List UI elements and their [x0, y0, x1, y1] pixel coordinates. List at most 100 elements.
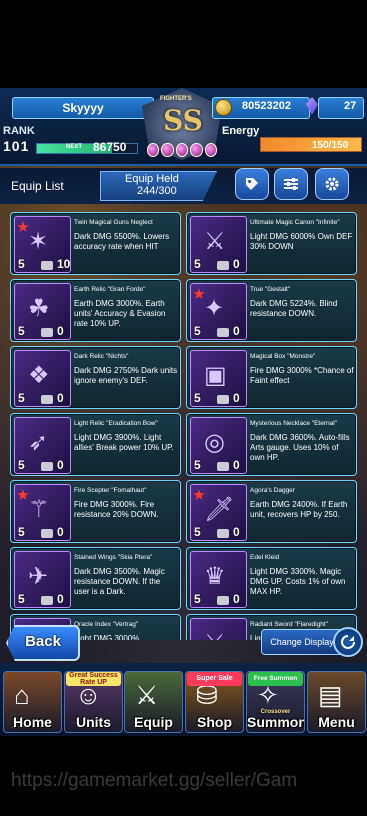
rarity-value: 5	[18, 324, 25, 338]
nav-equip[interactable]: ⚔ Equip	[124, 671, 183, 733]
limit-break-icon	[217, 462, 229, 471]
nav-shop[interactable]: ⛁ Super Sale Shop	[185, 671, 244, 733]
equip-name: Fire Scepter "Fomalhaut"	[74, 487, 147, 494]
earth-relic-icon: ☘	[28, 295, 50, 322]
gold-value: 80523202	[242, 100, 291, 112]
equip-card[interactable]: ⚔ 5 0 Ultimate Magic Canon "Infinite" Light …	[186, 212, 357, 275]
nav-summon[interactable]: ✧ Free Summon Crossover Summon	[246, 671, 305, 733]
settings-button[interactable]	[315, 168, 349, 200]
orb-icon	[175, 143, 189, 157]
equip-name: Light Relic "Eradication Bow"	[74, 420, 158, 427]
coin-icon	[215, 99, 232, 116]
equip-description: Dark DMG 3600%. Auto-fills Arts gauge. U…	[250, 433, 350, 462]
equip-description: Light DMG 6000% Own DEF 30% DOWN	[250, 232, 353, 251]
back-button[interactable]: Back	[6, 625, 80, 661]
equip-icon: ⚔	[135, 680, 159, 710]
equip-card[interactable]: ✦ 5 0 True "Gestalt" Dark DMG 5224%. Blind r…	[186, 279, 357, 342]
equip-card[interactable]: ▣ 5 0 Magical Box "Monstre" Fire DMG 3000% *…	[186, 346, 357, 409]
limit-break-count: 0	[57, 592, 64, 606]
equip-description: Earth DMG 3000%. Earth units' Accuracy &…	[74, 299, 166, 328]
tag-button[interactable]	[235, 168, 269, 200]
equip-thumbnail: ❖ 5 0	[14, 350, 71, 407]
rank-label: RANK	[3, 125, 35, 137]
equip-held-label: Equip Held	[125, 173, 179, 185]
limit-break-icon	[41, 529, 53, 538]
orb-icon	[161, 143, 174, 157]
page-title: Equip List	[11, 179, 64, 193]
gestalt-icon: ✦	[204, 295, 225, 322]
equip-description: Light DMG 3000%	[74, 634, 140, 640]
equip-card[interactable]: ❖ 5 0 Dark Relic "Nichts" Dark DMG 2750% Dar…	[10, 346, 181, 409]
gear-icon	[325, 177, 339, 191]
limit-break-count: 0	[57, 324, 64, 338]
equip-name: Magical Box "Monstre"	[250, 353, 316, 360]
player-name: Skyyyy	[12, 97, 154, 119]
equip-name: Radiant Sword "Flaredight"	[250, 621, 328, 628]
equip-description: Dark DMG 3500%. Magic resistance DOWN. I…	[74, 567, 165, 596]
equip-card[interactable]: 🗡 5 0 Agora's Dagger Earth DMG 2400%. If Ear…	[186, 480, 357, 543]
filter-button[interactable]	[274, 168, 308, 200]
rarity-value: 5	[194, 324, 201, 338]
nav-badge: Great Success Rate UP	[66, 672, 121, 686]
nav-units[interactable]: ☺ Great Success Rate UP Units	[64, 671, 123, 733]
equip-description: Dark DMG 5500%. Lowers accuracy rate whe…	[74, 232, 170, 251]
watermark: https://gamemarket.gg/seller/Gam	[11, 770, 298, 791]
equip-name: Earth Relic "Gran Forde"	[74, 286, 146, 293]
nav-label: Shop	[197, 714, 232, 730]
equip-card[interactable]: ♛ 5 0 Edel Kleid Light DMG 3300%. Magic DMG …	[186, 547, 357, 610]
equip-card[interactable]: ☘ 5 0 Earth Relic "Gran Forde" Earth DMG 300…	[10, 279, 181, 342]
gem-plate	[318, 97, 364, 119]
change-display-button[interactable]: Change Display	[261, 629, 343, 655]
equip-card[interactable]: ✶ 5 10 Twin Magical Guns Neglect Dark DMG 55…	[10, 212, 181, 275]
limit-break-icon	[41, 328, 53, 337]
equip-card[interactable]: ◎ 5 0 Mysterious Necklace "Eternal" Dark DMG…	[186, 413, 357, 476]
rarity-value: 5	[18, 257, 25, 271]
equip-thumbnail: ✶ 5 10	[14, 216, 71, 273]
limit-break-icon	[217, 395, 229, 404]
equip-name: Oracle Index "Vertrag"	[74, 621, 139, 628]
equip-name: Dark Relic "Nichts"	[74, 353, 129, 360]
limit-break-icon	[217, 596, 229, 605]
equip-card[interactable]: ✈ 5 0 Stained Wings "Skia Ptera" Dark DMG 35…	[10, 547, 181, 610]
limit-break-icon	[217, 261, 229, 270]
gem-value: 27	[344, 100, 357, 112]
nav-label: Summon	[247, 714, 305, 730]
nav-menu[interactable]: ▤ Menu	[307, 671, 366, 733]
nav-label: Home	[13, 714, 52, 730]
equip-description: Light DMG 3900%. Light allies' Break pow…	[74, 433, 174, 452]
orb-icon	[190, 143, 203, 157]
next-label: NEXT	[66, 144, 83, 150]
nav-home[interactable]: ⌂ Home	[3, 671, 62, 733]
twin-guns-icon: ✶	[28, 228, 49, 255]
rarity-value: 5	[194, 525, 201, 539]
limit-break-count: 0	[233, 257, 240, 271]
orb-icon	[146, 143, 160, 157]
equip-description: Fire DMG 3000% *Chance of Faint effect	[250, 366, 354, 385]
equip-thumbnail: ➶ 5 0	[14, 417, 71, 474]
limit-break-count: 0	[233, 391, 240, 405]
limit-break-count: 0	[233, 525, 240, 539]
limit-break-count: 10	[57, 257, 71, 271]
equip-description: Earth DMG 2400%. If Earth unit, recovers…	[250, 500, 348, 519]
rarity-value: 5	[18, 458, 25, 472]
scepter-icon: ⚚	[28, 496, 50, 523]
menu-book-icon: ▤	[318, 680, 343, 710]
emblem-title: FIGHTER'S	[160, 96, 192, 102]
equip-description: Fire DMG 3000%. Fire resistance 20% DOWN…	[74, 500, 159, 519]
equip-thumbnail: ◎ 5 0	[190, 417, 247, 474]
rarity-value: 5	[194, 391, 201, 405]
rarity-value: 5	[18, 525, 25, 539]
limit-break-icon	[41, 596, 53, 605]
equip-name: Edel Kleid	[250, 554, 280, 561]
energy-value: 150/150	[312, 140, 349, 151]
rarity-value: 5	[194, 257, 201, 271]
change-display-toggle[interactable]	[333, 627, 363, 657]
equip-description: Dark DMG 2750% Dark units ignore enemy's…	[74, 366, 178, 385]
limit-break-icon	[217, 328, 229, 337]
equip-thumbnail: ✈ 5 0	[14, 551, 71, 608]
equip-thumbnail: ✦ 5 0	[190, 283, 247, 340]
nav-label: Menu	[318, 714, 355, 730]
equip-card[interactable]: ⚚ 5 0 Fire Scepter "Fomalhaut" Fire DMG 3000…	[10, 480, 181, 543]
equip-card[interactable]: ➶ 5 0 Light Relic "Eradication Bow" Light DM…	[10, 413, 181, 476]
equip-list-screen: Skyyyy RANK 101 NEXT 86750 FIGHTER'S SS …	[0, 0, 367, 816]
